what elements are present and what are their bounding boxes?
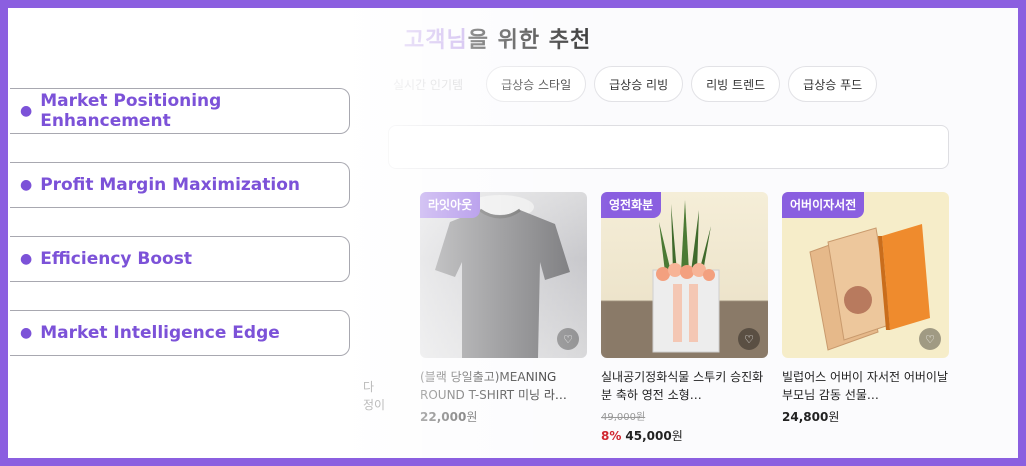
price-unit: 원 [466,410,478,424]
heart-icon[interactable]: ♡ [557,328,579,350]
product-badge: 영전화분 [601,192,662,218]
chip-rising-style[interactable]: 급상승 스타일 [486,66,587,102]
partial-product-text: 다 정이 [363,378,385,414]
category-chips: 실시간 인기템 급상승 스타일 급상승 리빙 리빙 트렌드 급상승 푸드 [388,66,878,102]
chip-realtime[interactable]: 실시간 인기템 [388,66,478,102]
original-price: 49,000원 [601,412,646,423]
partial-line-1: 다 [363,380,375,394]
feature-profit-margin: ● Profit Margin Maximization [10,162,350,208]
product-badge: 라잇아웃 [420,192,481,218]
product-card[interactable]: 어버이자서전 ♡ 빌럽어스 어버이 자서전 어버이날 부모님 감동 선물… 24… [782,192,949,425]
product-image[interactable]: 영전화분 ♡ [601,192,768,358]
heart-icon[interactable]: ♡ [919,328,941,350]
chip-rising-living[interactable]: 급상승 리빙 [594,66,684,102]
price-unit: 원 [671,429,683,443]
bullet-icon: ● [20,251,33,267]
product-image[interactable]: 라잇아웃 ♡ [420,192,587,358]
feature-label: Efficiency Boost [40,249,192,269]
price-unit: 원 [828,410,840,424]
feature-label: Profit Margin Maximization [40,175,300,195]
price-value: 45,000 [625,429,672,443]
partial-line-2: 정이 [363,398,386,412]
product-badge: 어버이자서전 [782,192,865,218]
feature-efficiency: ● Efficiency Boost [10,236,350,282]
feature-label: Market Positioning Enhancement [40,91,222,131]
heart-icon[interactable]: ♡ [738,328,760,350]
recommendation-panel: 고객님을 위한 추천 실시간 인기템 급상승 스타일 급상승 리빙 리빙 트렌드… [8,8,1018,458]
discount-rate: 8% [601,429,622,443]
product-name[interactable]: 실내공기정화식물 스투키 승진화분 축하 영전 소형… [601,368,768,404]
bullet-icon: ● [20,325,33,341]
price-value: 22,000 [420,410,467,424]
product-price: 8% 45,000원 [601,427,768,444]
chip-living-trend[interactable]: 리빙 트렌드 [691,66,781,102]
product-card[interactable]: 라잇아웃 ♡ (블랙 당일출고)MEANING ROUND T-SHIRT 미닝… [420,192,587,425]
product-name[interactable]: 빌럽어스 어버이 자서전 어버이날 부모님 감동 선물… [782,368,949,404]
title-rest: 을 위한 추천 [467,28,592,53]
section-title: 고객님을 위한 추천 [404,22,591,54]
product-price: 22,000원 [420,408,587,425]
feature-market-positioning: ● Market Positioning Enhancement [10,88,350,134]
search-input[interactable] [388,125,949,169]
product-card[interactable]: 영전화분 ♡ 실내공기정화식물 스투키 승진화분 축하 영전 소형… 49,00… [601,192,768,444]
product-image[interactable]: 어버이자서전 ♡ [782,192,949,358]
chip-rising-food[interactable]: 급상승 푸드 [788,66,878,102]
product-name[interactable]: (블랙 당일출고)MEANING ROUND T-SHIRT 미닝 라… [420,368,587,404]
feature-label: Market Intelligence Edge [40,323,280,343]
bullet-icon: ● [20,177,33,193]
price-value: 24,800 [782,410,829,424]
bullet-icon: ● [20,103,33,119]
title-accent: 고객님 [404,28,468,53]
feature-market-intelligence: ● Market Intelligence Edge [10,310,350,356]
product-price: 24,800원 [782,408,949,425]
